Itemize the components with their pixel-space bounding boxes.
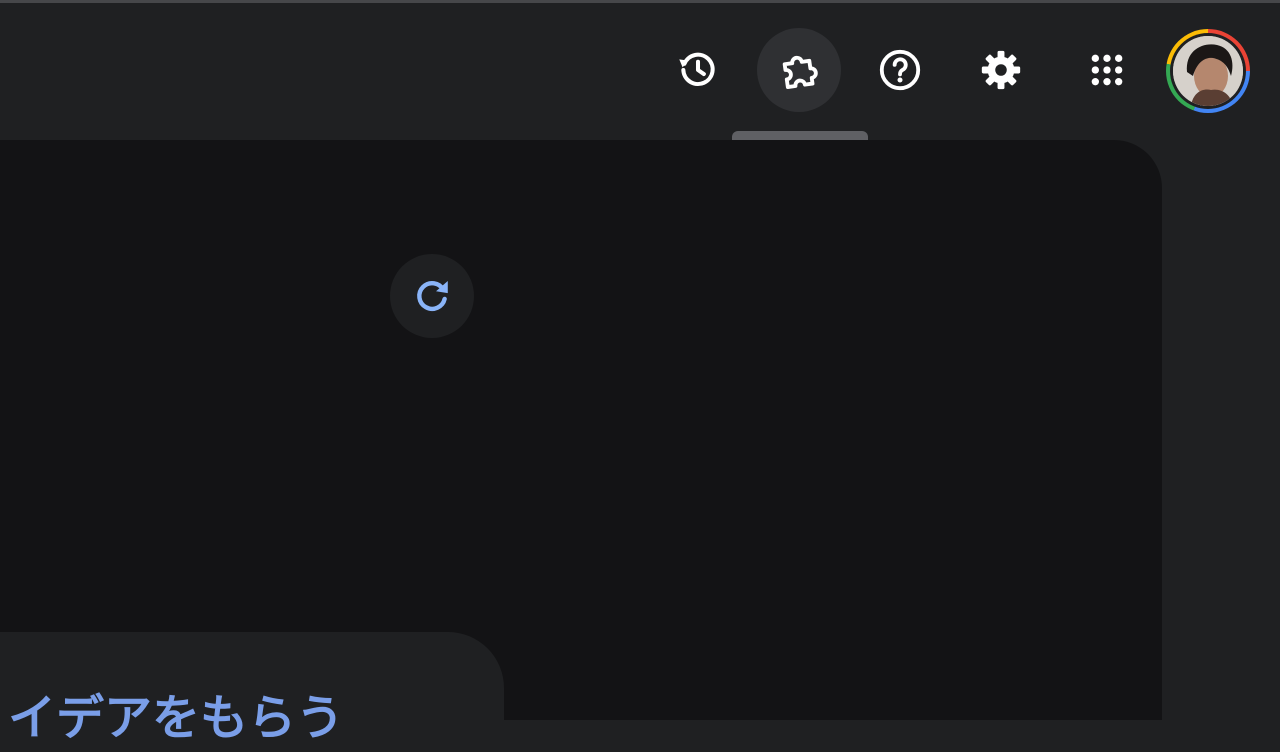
apps-grid-icon	[1091, 54, 1123, 86]
avatar-ring-gap	[1170, 33, 1246, 109]
suggestion-card-text: イデアをもらう	[8, 690, 345, 746]
history-button[interactable]	[656, 28, 740, 112]
account-button[interactable]	[1166, 29, 1250, 113]
refresh-icon	[417, 280, 448, 312]
help-icon	[879, 49, 921, 91]
avatar	[1173, 36, 1243, 106]
top-bar	[0, 3, 1280, 140]
apps-button[interactable]	[1065, 28, 1149, 112]
help-button[interactable]	[858, 28, 942, 112]
puzzle-icon	[782, 55, 818, 89]
gear-icon	[981, 50, 1021, 90]
main-panel: イデアをもらう	[0, 140, 1162, 752]
history-icon	[679, 52, 715, 87]
suggestion-card[interactable]: イデアをもらう	[0, 632, 504, 752]
settings-button[interactable]	[959, 28, 1043, 112]
refresh-button[interactable]	[390, 254, 474, 338]
extensions-button[interactable]	[757, 28, 841, 112]
